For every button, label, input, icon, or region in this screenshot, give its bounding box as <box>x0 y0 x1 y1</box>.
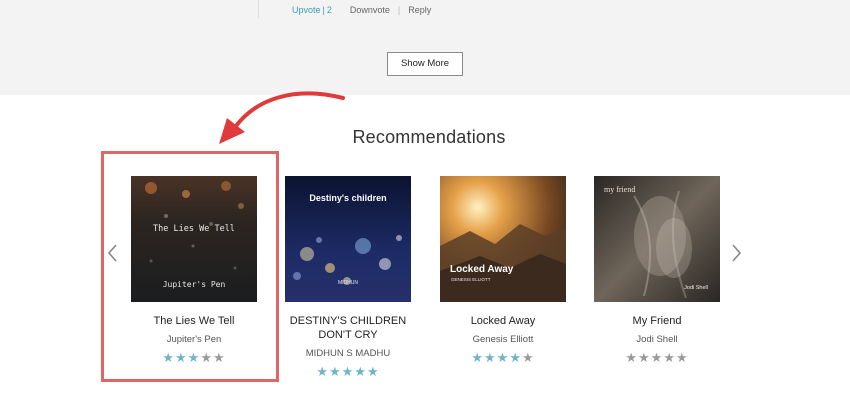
cover-title: Destiny's children <box>309 193 387 203</box>
star-empty-icon: ★ <box>638 350 651 365</box>
star-filled-icon: ★ <box>471 350 485 365</box>
downvote-button[interactable]: Downvote <box>350 3 390 17</box>
book-author[interactable]: Genesis Elliott <box>440 334 566 346</box>
upvote-label: Upvote <box>292 5 321 15</box>
star-empty-icon: ★ <box>650 350 664 365</box>
star-filled-icon: ★ <box>484 350 497 365</box>
book-title[interactable]: DESTINY'S CHILDREN DON'T CRY <box>285 314 411 342</box>
action-divider: | <box>397 5 401 15</box>
book-author[interactable]: Jupiter's Pen <box>131 334 257 346</box>
cover-title: my friend <box>604 185 636 194</box>
cover-author: GENESIS ELLIOTT <box>451 277 491 282</box>
star-empty-icon: ★ <box>212 350 226 365</box>
upvote-divider: | <box>322 5 325 15</box>
star-filled-icon: ★ <box>316 364 330 379</box>
book-cover-image[interactable]: my friend Jodi Shell <box>594 176 720 302</box>
book-author[interactable]: Jodi Shell <box>594 334 720 346</box>
star-filled-icon: ★ <box>354 364 367 379</box>
book-title[interactable]: My Friend <box>594 314 720 328</box>
annotation-arrow-icon <box>219 91 345 144</box>
star-empty-icon: ★ <box>675 350 689 365</box>
cover-author: Jodi Shell <box>684 285 708 291</box>
star-filled-icon: ★ <box>509 350 522 365</box>
book-card[interactable]: The Lies We Tell Jupiter's Pen The Lies … <box>131 176 257 365</box>
book-cover-image[interactable]: The Lies We Tell Jupiter's Pen <box>131 176 257 302</box>
upvote-count: 2 <box>326 5 332 15</box>
carousel-prev-icon[interactable] <box>106 243 118 263</box>
book-cover-image[interactable]: Locked Away GENESIS ELLIOTT <box>440 176 566 302</box>
star-filled-icon: ★ <box>175 350 188 365</box>
star-filled-icon: ★ <box>341 364 355 379</box>
book-title-line-2: DON'T CRY <box>318 329 378 341</box>
star-filled-icon: ★ <box>329 364 342 379</box>
book-title[interactable]: The Lies We Tell <box>131 314 257 328</box>
book-author[interactable]: MIDHUN S MADHU <box>285 348 411 360</box>
star-rating: ★★★★★ <box>131 351 257 365</box>
star-empty-icon: ★ <box>663 350 676 365</box>
star-filled-icon: ★ <box>162 350 176 365</box>
book-card[interactable]: my friend Jodi Shell My Friend Jodi Shel… <box>594 176 720 365</box>
star-empty-icon: ★ <box>200 350 213 365</box>
carousel-next-icon[interactable] <box>731 243 743 263</box>
book-card[interactable]: Destiny's children MIDHUN DESTINY'S CHIL… <box>285 176 411 379</box>
book-title[interactable]: Locked Away <box>440 314 566 328</box>
section-title: Recommendations <box>352 127 506 147</box>
book-card[interactable]: Locked Away GENESIS ELLIOTT Locked Away … <box>440 176 566 365</box>
comment-thread-line <box>258 0 259 18</box>
upvote-button[interactable]: Upvote | 2 <box>292 3 332 17</box>
star-filled-icon: ★ <box>366 364 380 379</box>
book-cover-image[interactable]: Destiny's children MIDHUN <box>285 176 411 302</box>
star-rating: ★★★★★ <box>594 351 720 365</box>
comment-actions: Upvote | 2 Downvote | Reply <box>292 3 431 17</box>
star-rating: ★★★★★ <box>440 351 566 365</box>
cover-author: Jupiter's Pen <box>162 280 226 289</box>
star-empty-icon: ★ <box>625 350 639 365</box>
star-empty-icon: ★ <box>521 350 535 365</box>
book-title-line-1: DESTINY'S CHILDREN <box>289 315 407 327</box>
cover-title: Locked Away <box>450 264 514 275</box>
star-filled-icon: ★ <box>187 350 201 365</box>
star-filled-icon: ★ <box>496 350 510 365</box>
cover-title: The Lies We Tell <box>153 224 235 234</box>
star-rating: ★★★★★ <box>285 365 411 379</box>
show-more-button[interactable]: Show More <box>387 52 463 76</box>
cover-author: MIDHUN <box>338 280 358 286</box>
reply-button[interactable]: Reply <box>408 3 431 17</box>
